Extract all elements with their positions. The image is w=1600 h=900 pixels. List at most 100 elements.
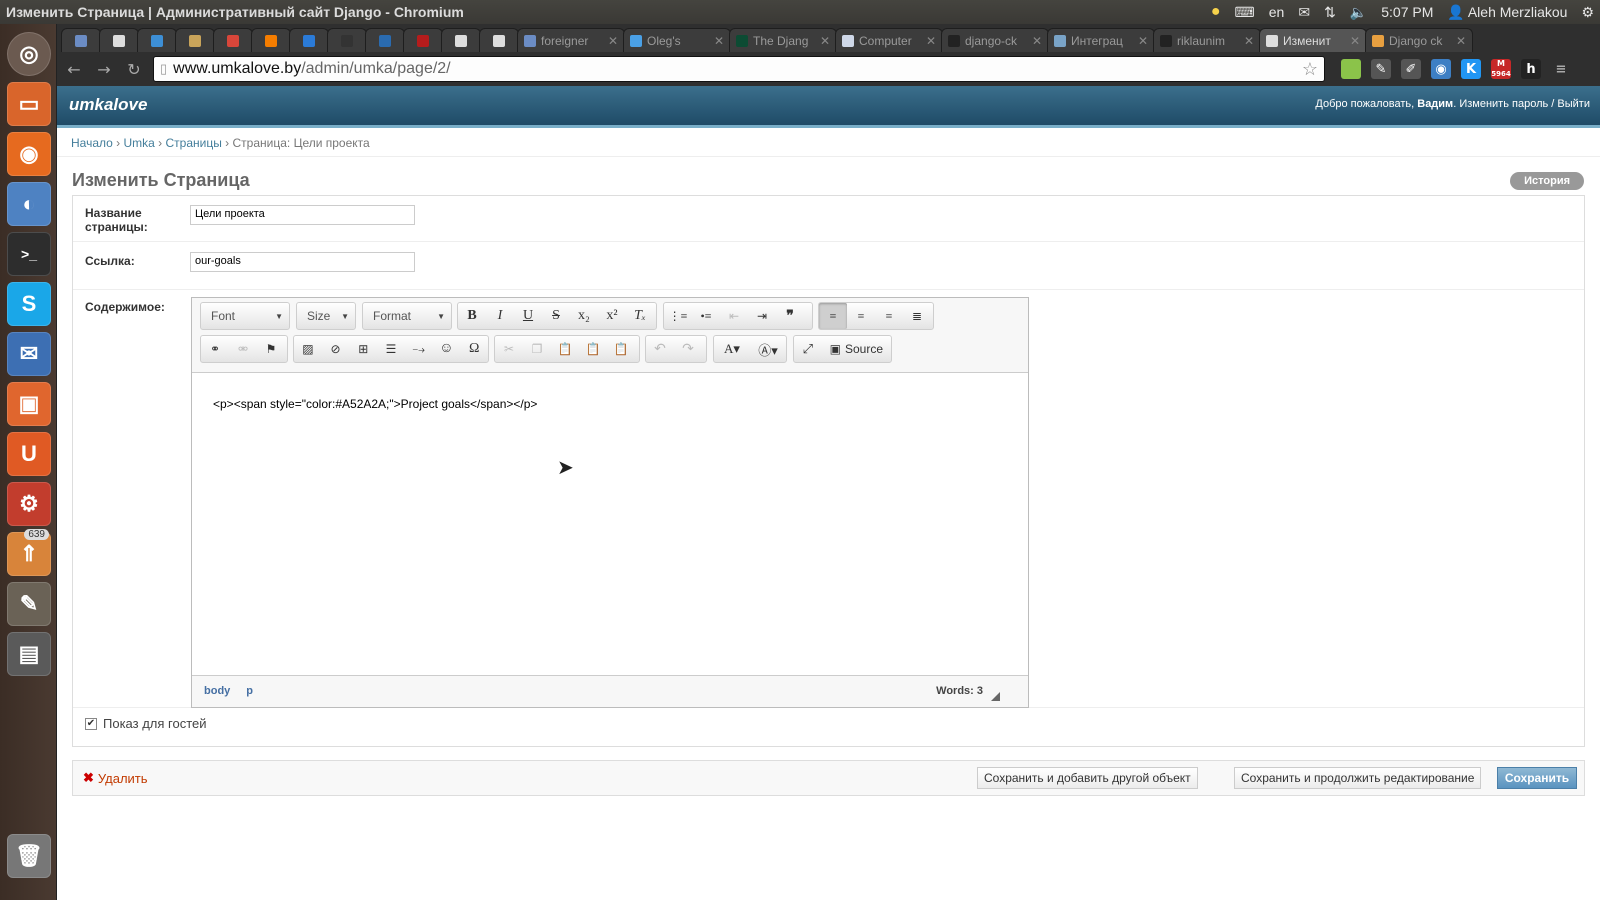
site-brand[interactable]: umkalove [69, 95, 147, 115]
tab-close-icon[interactable]: ✕ [1453, 34, 1466, 48]
paste-icon[interactable]: 📋 [551, 336, 579, 362]
gimp-icon[interactable]: ✎ [7, 582, 51, 626]
title-input[interactable]: Цели проекта [190, 205, 415, 225]
bulleted-list-icon[interactable]: •≡ [692, 303, 720, 329]
change-password-link[interactable]: Изменить пароль [1459, 98, 1548, 110]
settings-icon[interactable]: ⚙ [7, 482, 51, 526]
unlink-icon[interactable]: ⚮ [229, 336, 257, 362]
browser-tab[interactable]: Интеграц ✕ [1047, 28, 1155, 52]
tab-pinned-3[interactable] [137, 28, 177, 52]
tab-pinned-1[interactable] [61, 28, 101, 52]
outdent-icon[interactable]: ⇤ [720, 303, 748, 329]
keyboard-icon[interactable]: ⌨ [1235, 4, 1255, 21]
align-left-icon[interactable]: ≡ [819, 303, 847, 329]
breadcrumb-app[interactable]: Umka [123, 136, 154, 150]
browser-tab[interactable]: Oleg's ✕ [623, 28, 731, 52]
source-button[interactable]: ▣ Source [822, 336, 891, 362]
extension-edit-icon[interactable]: ✐ [1401, 59, 1421, 79]
tab-pinned-6[interactable] [251, 28, 291, 52]
firefox-icon[interactable]: ◉ [7, 132, 51, 176]
size-combo[interactable]: Size ▼ [296, 302, 356, 330]
extension-pen-icon[interactable]: ✎ [1371, 59, 1391, 79]
network-icon[interactable]: ⇅ [1324, 4, 1336, 21]
tab-pinned-7[interactable] [289, 28, 329, 52]
tab-close-icon[interactable]: ✕ [1135, 34, 1148, 48]
weather-icon[interactable]: ● [1211, 3, 1221, 21]
gmail-checker-icon[interactable]: M 5964 [1491, 59, 1511, 79]
save-continue-button[interactable]: Сохранить и продолжить редактирование [1234, 767, 1482, 789]
delete-link[interactable]: ✖ Удалить [83, 770, 148, 786]
cut-icon[interactable]: ✂ [495, 336, 523, 362]
system-gear-icon[interactable]: ⚙ [1581, 4, 1594, 21]
tab-close-icon[interactable]: ✕ [923, 34, 936, 48]
path-p[interactable]: p [246, 685, 253, 697]
tab-close-icon[interactable]: ✕ [1029, 34, 1042, 48]
copy-icon[interactable]: ❐ [523, 336, 551, 362]
browser-tab[interactable]: Django ck ✕ [1365, 28, 1473, 52]
page-break-icon[interactable]: ⤍ [405, 336, 433, 362]
subscript-icon[interactable]: x₂ [570, 303, 598, 329]
history-button[interactable]: История [1510, 172, 1584, 190]
maximize-icon[interactable]: ⤢ [794, 336, 822, 362]
numbered-list-icon[interactable]: ⋮≡ [664, 303, 692, 329]
background-color-icon[interactable]: Ⓐ▾ [750, 336, 786, 362]
smiley-icon[interactable]: ☺ [433, 336, 461, 362]
update-manager-icon[interactable]: ⇑ 639 [7, 529, 51, 576]
link-icon[interactable]: ⚭ [201, 336, 229, 362]
flash-icon[interactable]: ⊘ [322, 336, 350, 362]
special-char-icon[interactable]: Ω [460, 336, 488, 362]
tab-close-icon[interactable]: ✕ [711, 34, 724, 48]
align-center-icon[interactable]: ≡ [847, 303, 875, 329]
text-color-icon[interactable]: A▾ [714, 336, 750, 362]
show-for-guests-checkbox[interactable]: ✔ [85, 717, 97, 730]
tab-pinned-10[interactable] [403, 28, 443, 52]
remove-format-icon[interactable]: Tₓ [626, 303, 654, 329]
browser-tab-active[interactable]: Изменит ✕ [1259, 28, 1367, 52]
tab-pinned-8[interactable] [327, 28, 367, 52]
horizontal-rule-icon[interactable]: ☰ [377, 336, 405, 362]
italic-icon[interactable]: I [486, 303, 514, 329]
clock[interactable]: 5:07 PM [1381, 4, 1433, 20]
breadcrumb-home[interactable]: Начало [71, 136, 113, 150]
tab-close-icon[interactable]: ✕ [1347, 34, 1360, 48]
superscript-icon[interactable]: x² [598, 303, 626, 329]
software-center-icon[interactable]: ▣ [7, 382, 51, 426]
tab-close-icon[interactable]: ✕ [605, 34, 618, 48]
bold-icon[interactable]: B [458, 303, 486, 329]
bookmark-star-icon[interactable]: ☆ [1302, 59, 1318, 80]
breadcrumb-model[interactable]: Страницы [166, 136, 222, 150]
reload-icon[interactable]: ↻ [123, 58, 145, 80]
files-icon[interactable]: ▭ [7, 82, 51, 126]
logout-link[interactable]: Выйти [1557, 98, 1590, 110]
underline-icon[interactable]: U [514, 303, 542, 329]
trash-icon[interactable]: 🗑 [7, 834, 51, 878]
chromium-icon[interactable]: ◐ [7, 182, 51, 226]
strike-icon[interactable]: S [542, 303, 570, 329]
path-body[interactable]: body [204, 685, 230, 697]
resize-grip-icon[interactable] [991, 691, 1000, 701]
redo-icon[interactable]: ↷ [674, 336, 702, 362]
table-icon[interactable]: ⊞ [349, 336, 377, 362]
source-textarea[interactable]: <p><span style="color:#A52A2A;">Project … [192, 372, 1028, 676]
browser-tab[interactable]: Computer ✕ [835, 28, 943, 52]
extension-camera-icon[interactable]: ◉ [1431, 59, 1451, 79]
tab-close-icon[interactable]: ✕ [1241, 34, 1254, 48]
save-add-another-button[interactable]: Сохранить и добавить другой объект [977, 767, 1198, 789]
address-bar[interactable]: ▯ www.umkalove.by/admin/umka/page/2/ ☆ [153, 56, 1325, 82]
window-app-icon[interactable]: ▤ [7, 632, 51, 676]
dash-home-icon[interactable]: ◎ [7, 32, 51, 76]
skype-icon[interactable]: S [7, 282, 51, 326]
tab-pinned-9[interactable] [365, 28, 405, 52]
ubuntu-one-icon[interactable]: U [7, 432, 51, 476]
paste-text-icon[interactable]: 📋 [579, 336, 607, 362]
extension-h-icon[interactable]: h [1521, 59, 1541, 79]
indent-icon[interactable]: ⇥ [748, 303, 776, 329]
forward-icon[interactable]: → [93, 58, 115, 80]
justify-icon[interactable]: ≣ [903, 303, 931, 329]
tab-pinned-4[interactable] [175, 28, 215, 52]
align-right-icon[interactable]: ≡ [875, 303, 903, 329]
tab-pinned-2[interactable] [99, 28, 139, 52]
paste-word-icon[interactable]: 📋 [607, 336, 635, 362]
save-button[interactable]: Сохранить [1497, 767, 1577, 789]
back-icon[interactable]: ← [63, 58, 85, 80]
